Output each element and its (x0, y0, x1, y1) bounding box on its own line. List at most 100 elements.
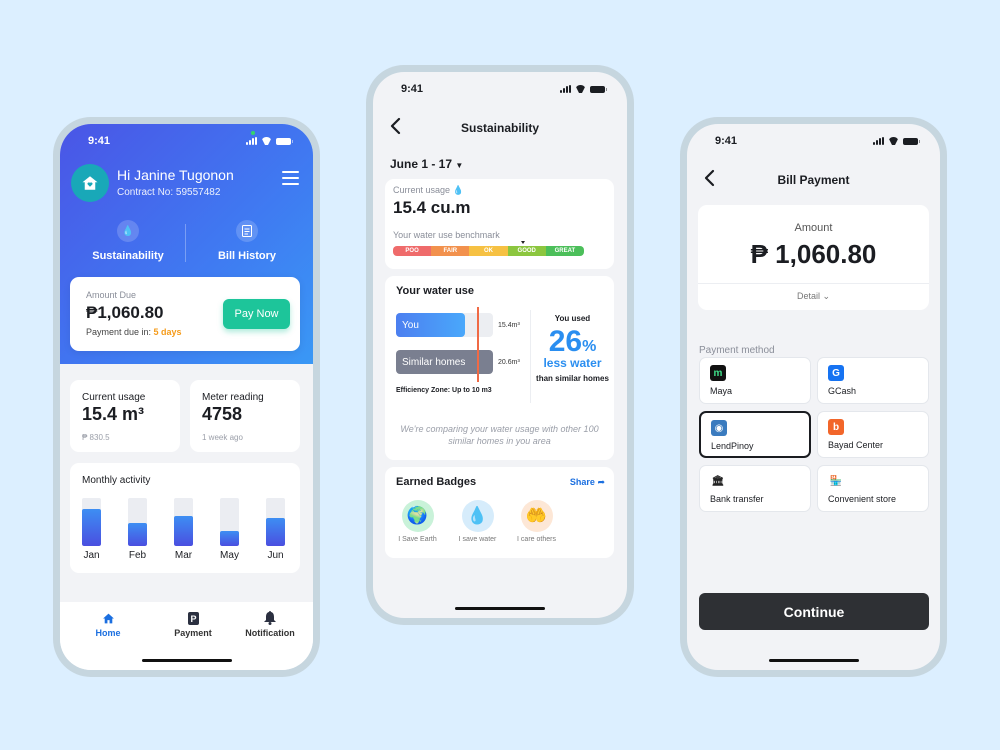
caring-hands-icon: 🤲 (520, 500, 553, 532)
month-bar[interactable]: May (220, 498, 239, 561)
bell-icon (230, 610, 310, 626)
month-bar-fill (220, 531, 239, 546)
efficiency-zone-label: Efficiency Zone: Up to 10 m3 (396, 387, 492, 394)
benchmark-marker (521, 241, 525, 244)
payment-method-lendpinoy[interactable]: ◉ LendPinoy (699, 411, 811, 458)
payment-method-maya[interactable]: m Maya (699, 357, 811, 404)
signal-icon (560, 85, 571, 93)
amount-label: Amount (794, 222, 833, 234)
payment-method-name: GCash (828, 386, 857, 396)
amount-due-card: Amount Due ₱1,060.80 Payment due in: 5 d… (70, 277, 300, 351)
badge-label: I care others (517, 536, 556, 543)
battery-icon (276, 137, 293, 145)
status-bar: 9:41 (60, 124, 313, 158)
document-icon (236, 220, 258, 242)
efficiency-zone-line (477, 307, 479, 382)
month-bar-fill (174, 515, 193, 546)
benchmark-level-poo: POO (393, 246, 432, 256)
quick-action-bill-history[interactable]: Bill History (187, 220, 307, 262)
payment-due-days: 5 days (153, 327, 182, 337)
lendpinoy-logo-icon: ◉ (711, 420, 727, 436)
payment-method-convenient-store[interactable]: 🏪 Convenient store (817, 465, 929, 512)
similar-homes-label: Similar homes (402, 356, 466, 368)
tab-payment[interactable]: P Payment (153, 610, 233, 638)
divider (698, 283, 929, 284)
pay-now-button[interactable]: Pay Now (223, 299, 290, 329)
badge-item[interactable]: 🌍 I Save Earth (390, 500, 445, 543)
caret-down-icon: ▼ (455, 161, 464, 170)
share-button[interactable]: Share ➦ (570, 477, 605, 488)
contract-number: Contract No: 59557482 (117, 187, 221, 198)
earned-badges-title: Earned Badges (396, 476, 477, 488)
status-bar: 9:41 (373, 72, 627, 106)
home-screen: 9:41 Hi Janine Tugonon Contract No: 5955… (60, 124, 313, 670)
current-usage-card: Current usage 💧 15.4 cu.m Your water use… (385, 179, 614, 269)
payment-method-bayad-center[interactable]: b Bayad Center (817, 411, 929, 458)
meter-reading-card[interactable]: Meter reading 4758 1 week ago (190, 380, 300, 452)
badge-item[interactable]: 💧 I save water (450, 500, 505, 543)
tab-label: Home (95, 628, 121, 638)
month-bar[interactable]: Feb (128, 498, 147, 561)
menu-icon[interactable] (282, 171, 299, 185)
water-use-title: Your water use (396, 285, 475, 297)
payment-method-bank-transfer[interactable]: 🏛 Bank transfer (699, 465, 811, 512)
comparison-note: We're comparing your water usage with ot… (400, 424, 599, 446)
stat-value: 4758 (202, 404, 243, 424)
date-range-value: June 1 - 17 (390, 157, 453, 171)
gcash-logo-icon: G (828, 365, 844, 381)
compare-text: less water (543, 356, 602, 370)
sustainability-phone: 9:41 Sustainability June 1 - 17 ▼ Curren… (366, 65, 634, 625)
tab-home[interactable]: Home (68, 610, 148, 638)
bank-transfer-logo-icon: 🏛 (711, 475, 725, 487)
badge-label: I save water (458, 536, 497, 543)
payment-method-gcash[interactable]: G GCash (817, 357, 929, 404)
continue-button[interactable]: Continue (699, 593, 929, 630)
you-bar: You (396, 313, 465, 337)
signal-icon (873, 137, 884, 145)
payment-method-name: Bayad Center (828, 440, 884, 450)
home-indicator (455, 607, 545, 610)
benchmark-label: Your water use benchmark (393, 230, 500, 240)
quick-action-label: Bill History (217, 250, 277, 262)
month-label: Jun (267, 550, 284, 561)
month-bar-track (174, 498, 193, 546)
wifi-icon (261, 137, 272, 145)
date-range-dropdown[interactable]: June 1 - 17 ▼ (390, 157, 463, 171)
tab-notification[interactable]: Notification (230, 610, 310, 638)
month-label: May (220, 550, 239, 561)
amount-value: ₱ 1,060.80 (750, 239, 877, 269)
benchmark-level-fair: FAIR (431, 246, 470, 256)
badge-item[interactable]: 🤲 I care others (509, 500, 564, 543)
battery-icon (903, 137, 920, 145)
benchmark-scale: POO FAIR OK GOOD GREAT (393, 246, 584, 256)
battery-icon (590, 85, 607, 93)
current-usage-card[interactable]: Current usage 15.4 m³ ₱ 830.5 (70, 380, 180, 452)
month-bar[interactable]: Jun (266, 498, 285, 561)
current-usage-value: 15.4 cu.m (393, 198, 471, 217)
payment-method-name: Convenient store (828, 494, 897, 504)
month-bar-track (82, 498, 101, 546)
stat-value: 15.4 m³ (82, 404, 145, 424)
month-bar[interactable]: Jan (82, 498, 101, 561)
home-heart-icon (82, 176, 98, 190)
month-bar-track (266, 498, 285, 546)
convenient-store-logo-icon: 🏪 (829, 475, 843, 487)
stat-sub: ₱ 830.5 (82, 433, 110, 442)
month-bar[interactable]: Mar (174, 498, 193, 561)
month-bar-track (128, 498, 147, 546)
amount-card: Amount ₱ 1,060.80 Detail ⌄ (698, 205, 929, 310)
earned-badges-card: Earned Badges Share ➦ 🌍 I Save Earth 💧 I sa… (385, 467, 614, 558)
avatar[interactable] (71, 164, 109, 202)
month-label: Jan (83, 550, 100, 561)
current-usage-label: Current usage 💧 (393, 185, 464, 196)
current-usage-label-text: Current usage (393, 185, 451, 195)
wifi-icon (575, 85, 586, 93)
monthly-activity-card: Monthly activity Jan Feb Mar May Jun (70, 463, 300, 573)
home-indicator (768, 659, 859, 662)
quick-action-sustainability[interactable]: 💧 Sustainability (68, 220, 188, 262)
home-icon (68, 610, 148, 626)
water-drop-cycle-icon: 💧 (117, 220, 139, 242)
detail-toggle[interactable]: Detail ⌄ (698, 291, 929, 302)
monthly-activity-title: Monthly activity (82, 475, 151, 486)
badge-label: I Save Earth (398, 536, 437, 543)
